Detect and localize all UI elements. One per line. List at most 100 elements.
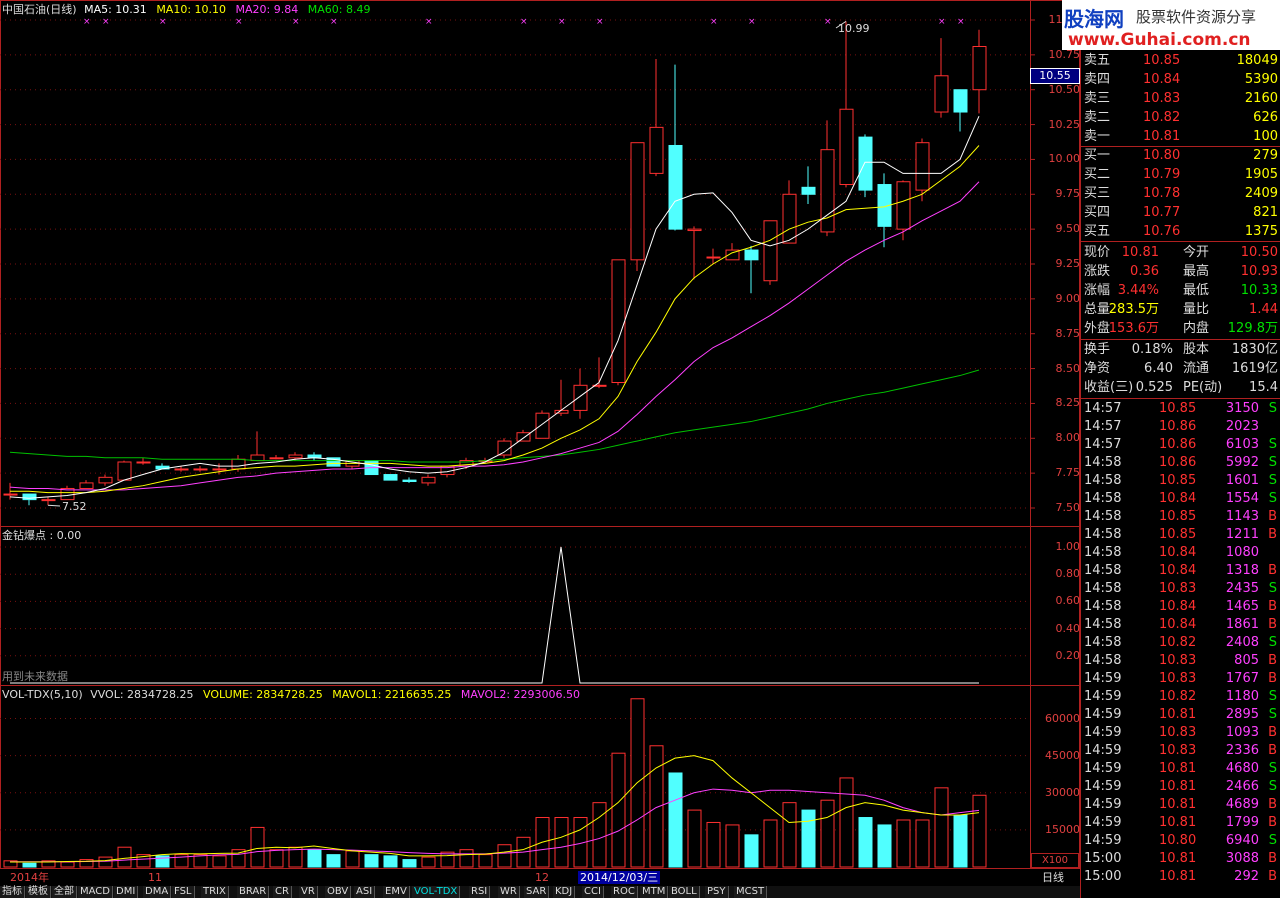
candle-body [136, 461, 151, 464]
price-axis-label: 8.50 [1055, 361, 1081, 375]
signal-marker: × [748, 17, 756, 27]
tab-vol-tdx[interactable]: VOL-TDX [412, 886, 461, 898]
tab-全部[interactable]: 全部 [52, 886, 77, 898]
tick-volume: 2408 [1225, 635, 1259, 650]
tab-cr[interactable]: CR [273, 886, 292, 898]
tick-price: 10.82 [1159, 635, 1197, 650]
volume-bar [98, 856, 113, 868]
tick-volume: 5992 [1225, 455, 1259, 470]
tick-volume: 1143 [1225, 509, 1259, 524]
bid-label: 买四 [1084, 205, 1111, 220]
bid-price: 10.79 [1143, 167, 1181, 182]
signal-marker: × [520, 17, 528, 27]
tick-row: 14:59 10.83 1093 B [1081, 724, 1280, 742]
tick-time: 14:59 [1084, 671, 1122, 686]
volume-axis-label: 45000 [1045, 748, 1080, 762]
ask-price: 10.85 [1143, 53, 1181, 68]
tab-mtm[interactable]: MTM [640, 886, 669, 898]
bid-volume: 279 [1253, 148, 1278, 163]
tick-volume: 1318 [1225, 563, 1259, 578]
tab-指标[interactable]: 指标 [0, 886, 25, 898]
tab-trix[interactable]: TRIX [201, 886, 229, 898]
tick-volume: 805 [1234, 653, 1259, 668]
ask-row: 卖五 10.85 18049 [1081, 52, 1280, 70]
tick-volume: 1180 [1225, 689, 1259, 704]
tab-macd[interactable]: MACD [78, 886, 113, 898]
tab-roc[interactable]: ROC [611, 886, 638, 898]
tick-price: 10.81 [1159, 779, 1197, 794]
tab-mcst[interactable]: MCST [734, 886, 768, 898]
quote-label: 总量 [1084, 302, 1111, 317]
logo-url: www.Guhai.com.cn [1068, 30, 1251, 50]
tab-asi[interactable]: ASI [354, 886, 376, 898]
indicator-title: 金钻爆点 : 0.00 [2, 529, 82, 542]
tab-kdj[interactable]: KDJ [553, 886, 576, 898]
tick-price: 10.85 [1159, 509, 1197, 524]
quote-label: 最低 [1183, 283, 1210, 298]
tab-emv[interactable]: EMV [383, 886, 410, 898]
tick-row: 14:58 10.85 1601 S [1081, 472, 1280, 490]
candle-body [972, 45, 987, 91]
price-axis-label: 10.50 [1048, 82, 1081, 96]
volume-bar [782, 802, 797, 868]
bid-label: 买二 [1084, 167, 1111, 182]
signal-marker: × [596, 17, 604, 27]
volume-bar [706, 821, 721, 868]
bid-price: 10.77 [1143, 205, 1181, 220]
tab-psy[interactable]: PSY [705, 886, 729, 898]
ask-label: 卖三 [1084, 91, 1111, 106]
tick-row: 14:59 10.81 1799 B [1081, 814, 1280, 832]
candle-body [896, 181, 911, 230]
candle-body [801, 186, 816, 195]
tab-dma[interactable]: DMA [143, 886, 172, 898]
tick-time: 14:57 [1084, 437, 1122, 452]
tab-wr[interactable]: WR [498, 886, 520, 898]
tab-vr[interactable]: VR [299, 886, 318, 898]
tick-row: 14:59 10.81 4680 S [1081, 760, 1280, 778]
logo-title: 股海网 [1064, 7, 1124, 31]
tab-boll[interactable]: BOLL [669, 886, 700, 898]
tick-time: 14:59 [1084, 689, 1122, 704]
tick-side: S [1268, 581, 1277, 596]
candle-body [269, 457, 284, 460]
mavol1-value: MAVOL1: 2216635.25 [332, 688, 452, 701]
tick-price: 10.84 [1159, 545, 1197, 560]
indicator-axis-label: 0.80 [1055, 567, 1081, 581]
signal-marker: × [292, 17, 300, 27]
tick-row: 14:59 10.83 1767 B [1081, 670, 1280, 688]
ma5-value: MA5: 10.31 [84, 3, 147, 16]
x-axis-year: 2014年 [10, 871, 49, 884]
tick-price: 10.85 [1159, 527, 1197, 542]
quote-value: 0.36 [1130, 264, 1159, 279]
ask-label: 卖四 [1084, 72, 1111, 87]
candle-body [630, 142, 645, 261]
tab-brar[interactable]: BRAR [237, 886, 270, 898]
candle-body [193, 468, 208, 471]
tab-rsi[interactable]: RSI [469, 886, 491, 898]
tick-row: 14:58 10.86 5992 S [1081, 454, 1280, 472]
tab-fsl[interactable]: FSL [172, 886, 195, 898]
tick-row: 14:59 10.81 2895 S [1081, 706, 1280, 724]
tick-side: B [1268, 599, 1277, 614]
tick-side: B [1268, 617, 1277, 632]
tick-price: 10.83 [1159, 653, 1197, 668]
tick-row: 15:00 10.81 292 B [1081, 868, 1280, 886]
signal-marker: × [102, 17, 110, 27]
fundamental-row: 净资 6.40 流通 1619亿 [1081, 360, 1280, 378]
volume-bar [22, 862, 37, 868]
tab-obv[interactable]: OBV [325, 886, 352, 898]
tab-cci[interactable]: CCI [582, 886, 604, 898]
period-label[interactable]: 日线 [1042, 871, 1064, 884]
quote-panel: 卖五 10.85 18049 卖四 10.84 5390 卖三 10.83 2160 卖二 10.8… [1080, 0, 1280, 898]
ma10-value: MA10: 10.10 [156, 3, 227, 16]
tab-dmi[interactable]: DMI [114, 886, 139, 898]
bid-label: 买一 [1084, 148, 1111, 163]
price-axis-label: 7.50 [1055, 501, 1081, 514]
chart-canvas[interactable]: × × × × × × × × × × × × × × × [0, 0, 1080, 898]
volume-bar [915, 819, 930, 868]
tab-sar[interactable]: SAR [524, 886, 550, 898]
ask-price: 10.81 [1143, 129, 1181, 144]
tick-price: 10.84 [1159, 491, 1197, 506]
ask-price: 10.83 [1143, 91, 1181, 106]
tab-模板[interactable]: 模板 [26, 886, 51, 898]
